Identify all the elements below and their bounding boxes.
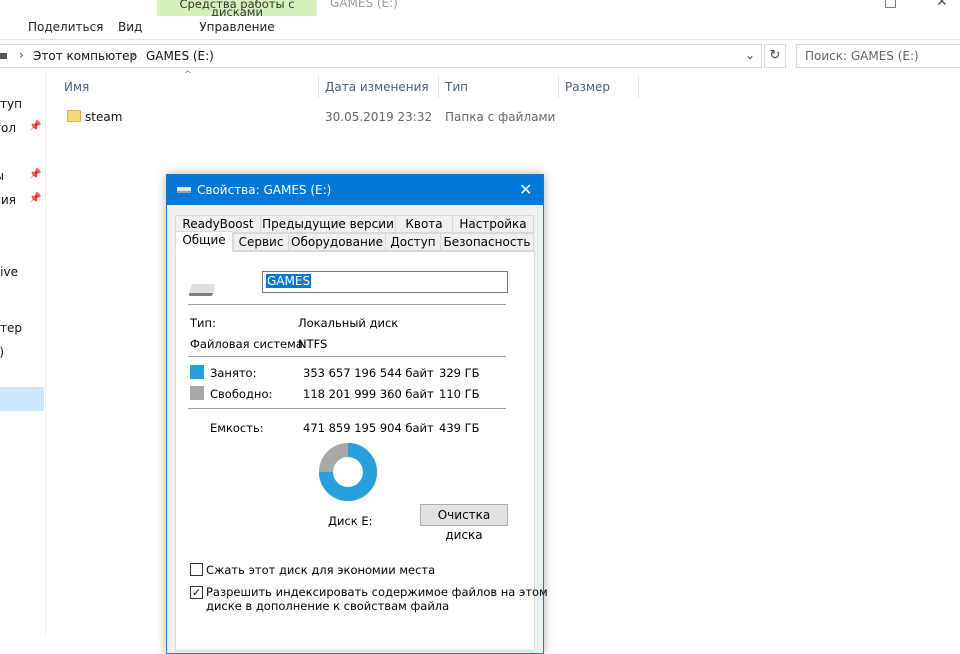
drive-icon — [188, 284, 216, 296]
tab-hardware[interactable]: Оборудование — [288, 233, 386, 251]
refresh-button[interactable]: ↻ — [764, 44, 786, 68]
disk-cleanup-button[interactable]: Очистка диска — [420, 504, 508, 542]
tab-previous-versions[interactable]: Предыдущие версии — [260, 215, 396, 233]
navigation-pane: ступ тол📌 ы📌 ния📌 Live ютер ) — [0, 72, 46, 636]
column-size[interactable]: Размер — [565, 80, 610, 94]
compress-label: Сжать этот диск для экономии места — [206, 563, 436, 577]
free-color-swatch — [190, 386, 204, 400]
disk-usage-donut — [319, 443, 377, 501]
column-divider[interactable] — [638, 76, 639, 98]
breadcrumb-games[interactable]: GAMES (E:) — [146, 49, 214, 63]
close-window-icon[interactable]: ✕ — [936, 0, 948, 10]
pin-icon: 📌 — [29, 193, 42, 204]
column-divider[interactable] — [558, 76, 559, 98]
volume-name-text: GAMES — [266, 274, 312, 288]
search-input[interactable]: Поиск: GAMES (E:) — [796, 44, 960, 68]
tab-view[interactable]: Вид — [118, 20, 142, 34]
free-gb: 110 ГБ — [439, 387, 480, 401]
filesystem-value: NTFS — [298, 337, 328, 351]
nav-item-selected[interactable] — [0, 387, 44, 411]
nav-item[interactable]: тол📌 — [0, 118, 44, 140]
chevron-right-icon[interactable]: › — [19, 48, 24, 62]
used-color-swatch — [190, 365, 204, 379]
window-title: GAMES (E:) — [330, 0, 398, 10]
column-divider[interactable] — [318, 76, 319, 98]
maximize-icon[interactable]: □ — [884, 0, 897, 10]
sort-up-icon: ^ — [184, 70, 192, 80]
index-label-line2: диске в дополнение к свойствам файла — [206, 599, 450, 613]
pin-icon: 📌 — [29, 169, 42, 180]
file-row[interactable]: steam 30.05.2019 23:32 Папка с файлами — [60, 108, 560, 128]
folder-icon — [67, 110, 81, 122]
breadcrumb-this-pc[interactable]: Этот компьютер — [33, 49, 137, 63]
tab-quota[interactable]: Квота — [395, 215, 453, 233]
nav-item[interactable]: ния📌 — [0, 190, 44, 212]
free-bytes: 118 201 999 360 байт — [303, 387, 434, 401]
tab-customize[interactable]: Настройка — [452, 215, 534, 233]
file-date: 30.05.2019 23:32 — [325, 110, 433, 124]
dialog-titlebar[interactable]: Свойства: GAMES (E:) ✕ — [167, 175, 543, 205]
filesystem-label: Файловая система: — [190, 337, 307, 351]
nav-item[interactable]: ютер — [0, 318, 44, 340]
address-row: › Этот компьютер › GAMES (E:) ⌄ ↻ Поиск:… — [0, 44, 960, 70]
capacity-gb: 439 ГБ — [439, 421, 480, 435]
address-bar[interactable]: › Этот компьютер › GAMES (E:) ⌄ — [0, 44, 762, 68]
volume-name-input[interactable]: GAMES — [262, 271, 508, 293]
column-type[interactable]: Тип — [445, 80, 468, 94]
type-value: Локальный диск — [298, 316, 399, 330]
column-divider[interactable] — [438, 76, 439, 98]
general-panel: GAMES Тип: Локальный диск Файловая систе… — [175, 251, 548, 651]
tab-service[interactable]: Сервис — [233, 233, 289, 251]
nav-item[interactable]: ы📌 — [0, 166, 44, 188]
drive-tools-header: Средства работы с дисками — [157, 0, 317, 16]
used-gb: 329 ГБ — [439, 366, 480, 380]
capacity-bytes: 471 859 195 904 байт — [303, 421, 434, 435]
index-checkbox[interactable]: ✓ — [190, 586, 203, 599]
file-name: steam — [85, 110, 123, 124]
nav-item[interactable]: ) — [0, 342, 44, 364]
tab-general[interactable]: Общие — [175, 231, 233, 252]
divider — [188, 408, 506, 409]
divider — [188, 304, 506, 305]
disk-label: Диск E: — [328, 514, 373, 528]
used-bytes: 353 657 196 544 байт — [303, 366, 434, 380]
capacity-label: Емкость: — [210, 421, 264, 435]
close-icon[interactable]: ✕ — [519, 180, 532, 199]
tab-security[interactable]: Безопасность — [440, 233, 534, 251]
used-label: Занято: — [210, 366, 257, 380]
nav-item[interactable]: ступ — [0, 94, 44, 116]
drive-icon — [177, 187, 191, 193]
index-label-line1: Разрешить индексировать содержимое файло… — [206, 585, 548, 599]
properties-dialog: Свойства: GAMES (E:) ✕ ReadyBoost Предыд… — [166, 174, 548, 654]
ribbon: Поделиться Вид Средства работы с дисками… — [0, 0, 960, 40]
column-name[interactable]: Имя — [64, 80, 89, 94]
chevron-right-icon[interactable]: › — [131, 48, 136, 62]
drive-icon — [0, 53, 7, 59]
file-type: Папка с файлами — [445, 110, 556, 124]
chevron-down-icon[interactable]: ⌄ — [745, 48, 755, 62]
free-label: Свободно: — [210, 387, 273, 401]
dialog-title: Свойства: GAMES (E:) — [197, 183, 332, 197]
tab-sharing[interactable]: Доступ — [385, 233, 441, 251]
type-label: Тип: — [190, 316, 216, 330]
tab-share[interactable]: Поделиться — [28, 20, 103, 34]
pin-icon: 📌 — [29, 121, 42, 132]
drive-tools-group: Средства работы с дисками Управление — [157, 0, 317, 40]
divider — [188, 356, 506, 357]
tab-manage[interactable]: Управление — [157, 20, 317, 34]
compress-checkbox[interactable] — [190, 563, 203, 576]
nav-item[interactable]: Live — [0, 262, 44, 284]
column-date[interactable]: Дата изменения — [325, 80, 429, 94]
